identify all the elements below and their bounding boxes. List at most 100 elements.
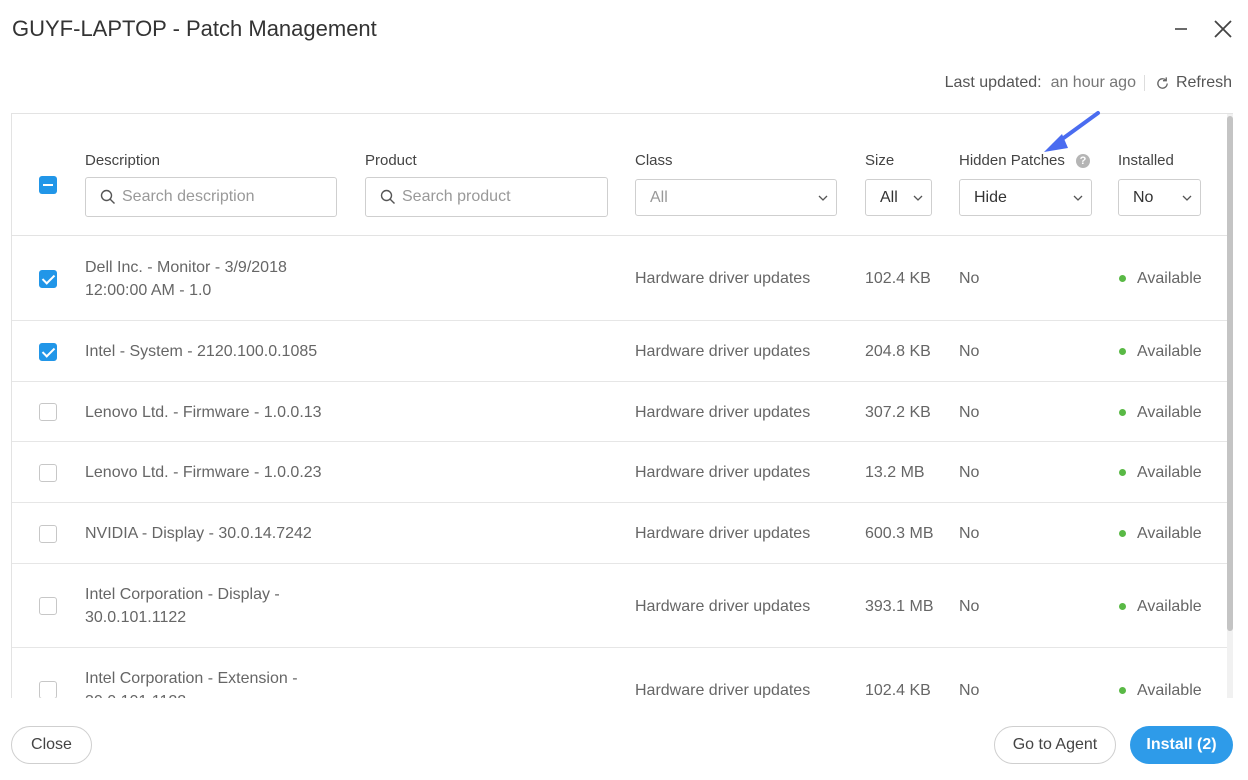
table-row[interactable]: Intel Corporation - Extension - 30.0.101.… (12, 648, 1228, 698)
go-to-agent-button[interactable]: Go to Agent (994, 726, 1116, 764)
installed-filter-value: No (1133, 188, 1154, 206)
annotation-arrow-icon (1044, 111, 1100, 152)
status-dot (1119, 469, 1126, 476)
search-icon (380, 189, 395, 204)
patch-table: Description Product Class All Size All H… (11, 113, 1233, 698)
help-icon[interactable]: ? (1076, 154, 1090, 168)
table-row[interactable]: Dell Inc. - Monitor - 3/9/2018 12:00:00 A… (12, 236, 1228, 321)
description-line: 30.0.101.1122 (85, 609, 187, 626)
row-size: 307.2 KB (865, 403, 931, 421)
table-row[interactable]: Intel Corporation - Display - 30.0.101.11… (12, 564, 1228, 648)
minimize-icon (1175, 28, 1187, 30)
row-description: Intel - System - 2120.100.0.1085 (85, 340, 317, 363)
last-updated-value: an hour ago (1050, 74, 1136, 91)
row-status: Available (1137, 343, 1202, 360)
size-header: Size (865, 152, 895, 169)
chevron-down-icon (913, 195, 923, 201)
status-dot (1119, 348, 1126, 355)
row-checkbox[interactable] (39, 463, 57, 482)
product-search (365, 177, 608, 217)
row-hidden: No (959, 597, 980, 615)
row-description: NVIDIA - Display - 30.0.14.7242 (85, 522, 312, 545)
row-hidden: No (959, 343, 980, 360)
table-row[interactable]: Lenovo Ltd. - Firmware - 1.0.0.23 Hardwar… (12, 442, 1228, 503)
description-line: Intel Corporation - Display - (85, 586, 280, 603)
select-all-checkbox[interactable] (39, 176, 57, 194)
refresh-label: Refresh (1175, 74, 1232, 91)
scrollbar-thumb[interactable] (1227, 116, 1233, 631)
last-updated-bar: Last updated: an hour ago Refresh (945, 72, 1232, 94)
hidden-patches-value: Hide (974, 188, 1007, 206)
row-hidden: No (959, 525, 980, 542)
size-filter-select[interactable]: All (865, 179, 932, 216)
search-icon (100, 189, 115, 204)
row-size: 393.1 MB (865, 597, 934, 615)
refresh-icon (1157, 76, 1168, 89)
installed-filter-select[interactable]: No (1118, 179, 1201, 216)
description-line: Intel Corporation - Extension - (85, 670, 298, 687)
installed-header: Installed (1118, 152, 1174, 169)
install-button[interactable]: Install (2) (1130, 726, 1233, 764)
row-status: Available (1137, 403, 1202, 421)
row-class: Hardware driver updates (635, 681, 811, 699)
row-description: Lenovo Ltd. - Firmware - 1.0.0.13 (85, 401, 322, 424)
class-header: Class (635, 152, 673, 169)
status-dot (1119, 686, 1126, 694)
status-dot (1119, 602, 1126, 610)
row-hidden: No (959, 464, 980, 481)
last-updated-label: Last updated: (944, 74, 1042, 91)
row-description: Intel Corporation - Display - 30.0.101.11… (85, 583, 280, 629)
row-status: Available (1137, 681, 1202, 699)
chevron-down-icon (1182, 195, 1192, 201)
row-hidden: No (959, 270, 980, 287)
row-description: Intel Corporation - Extension - 30.0.101.… (85, 667, 298, 698)
row-checkbox[interactable] (39, 524, 57, 543)
chevron-down-icon (818, 195, 828, 201)
refresh-button[interactable]: Refresh (1155, 74, 1232, 92)
class-filter-select[interactable]: All (635, 179, 837, 216)
status-dot (1119, 530, 1126, 537)
table-row[interactable]: NVIDIA - Display - 30.0.14.7242 Hardware … (12, 503, 1228, 564)
row-status: Available (1137, 525, 1202, 542)
row-size: 600.3 MB (865, 525, 934, 542)
hidden-patches-select[interactable]: Hide (959, 179, 1092, 216)
product-header: Product (365, 152, 417, 169)
close-button[interactable]: Close (11, 726, 92, 764)
chevron-down-icon (1073, 195, 1083, 201)
row-class: Hardware driver updates (635, 343, 811, 360)
row-checkbox[interactable] (39, 342, 57, 361)
status-dot (1119, 275, 1126, 282)
row-checkbox[interactable] (39, 269, 57, 288)
row-checkbox[interactable] (39, 597, 57, 615)
row-size: 13.2 MB (865, 464, 925, 481)
row-checkbox[interactable] (39, 681, 57, 698)
description-search-input[interactable] (122, 188, 322, 206)
description-line: Dell Inc. - Monitor - 3/9/2018 (85, 258, 287, 276)
description-line: Intel - System - 2120.100.0.1085 (85, 343, 318, 360)
row-status: Available (1137, 464, 1202, 481)
minimize-button[interactable] (1168, 16, 1194, 42)
table-row[interactable]: Lenovo Ltd. - Firmware - 1.0.0.13 Hardwar… (12, 382, 1228, 442)
table-row[interactable]: Intel - System - 2120.100.0.1085 Hardware… (12, 321, 1228, 382)
description-search (85, 177, 337, 217)
row-size: 204.8 KB (865, 343, 931, 360)
row-description: Lenovo Ltd. - Firmware - 1.0.0.23 (85, 461, 322, 484)
row-class: Hardware driver updates (635, 270, 811, 287)
row-class: Hardware driver updates (635, 464, 811, 481)
row-hidden: No (959, 403, 980, 421)
dialog-title: GUYF-LAPTOP - Patch Management (12, 16, 377, 41)
description-line: 30.0.101.1122 (85, 690, 298, 698)
description-header: Description (85, 152, 161, 169)
table-scrollbar[interactable] (1227, 114, 1233, 698)
description-line: Lenovo Ltd. - Firmware - 1.0.0.13 (85, 403, 322, 421)
product-search-input[interactable] (402, 188, 602, 206)
row-description: Dell Inc. - Monitor - 3/9/2018 12:00:00 A… (85, 256, 287, 302)
description-line: 12:00:00 AM - 1.0 (85, 281, 212, 299)
row-class: Hardware driver updates (635, 403, 811, 421)
row-class: Hardware driver updates (635, 525, 811, 542)
row-checkbox[interactable] (39, 403, 57, 421)
row-size: 102.4 KB (865, 681, 931, 699)
close-window-button[interactable] (1210, 16, 1236, 42)
row-status: Available (1137, 270, 1202, 287)
close-icon (1214, 20, 1232, 38)
